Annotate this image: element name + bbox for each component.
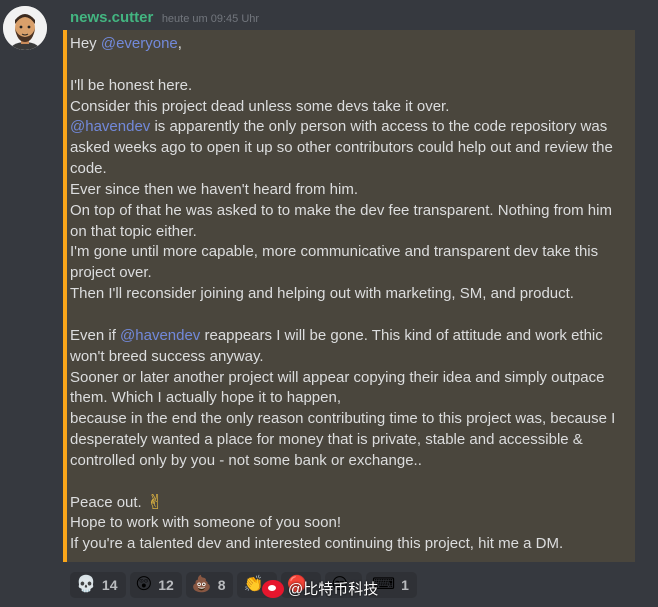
message-line: Peace out. ✌ bbox=[70, 493, 631, 514]
message-line: on that topic either. bbox=[70, 222, 631, 243]
message-text: them. Which I actually hope it to happen… bbox=[70, 389, 341, 407]
message-text: project over. bbox=[70, 264, 152, 282]
message-text: Even if bbox=[70, 326, 121, 344]
user-mention[interactable]: @everyone bbox=[101, 35, 178, 52]
message-text: If you're a talented dev and interested … bbox=[70, 535, 564, 553]
message-text: controlled only by you - not some bank o… bbox=[70, 451, 422, 469]
message-text: code. bbox=[70, 160, 107, 178]
message-line: I'm gone until more capable, more commun… bbox=[70, 242, 631, 263]
bearded-man-avatar-icon bbox=[3, 6, 47, 50]
message-body: Hey @everyone, I'll be honest here. Consid… bbox=[63, 30, 635, 562]
message-text: on that topic either. bbox=[70, 222, 197, 240]
victory-hand-icon: ✌ bbox=[146, 491, 164, 514]
message-line: Hey @everyone, bbox=[70, 34, 631, 55]
message-line: Consider this project dead unless some d… bbox=[70, 97, 631, 118]
message-line: Then I'll reconsider joining and helping… bbox=[70, 284, 631, 305]
message-text: Consider this project dead unless some d… bbox=[70, 97, 450, 115]
message-line: Sooner or later another project will app… bbox=[70, 368, 631, 389]
message-text: , bbox=[177, 35, 182, 52]
pile-of-poo-icon: 💩 bbox=[191, 576, 212, 593]
message-line: @havendev is apparently the only person … bbox=[70, 117, 631, 138]
message-line: code. bbox=[70, 159, 631, 180]
message-text: because in the end the only reason contr… bbox=[70, 410, 616, 428]
astonished-face-icon: 😲 bbox=[135, 576, 153, 593]
message-text: reappears I will be gone. This kind of a… bbox=[200, 326, 603, 344]
message-line: I'll be honest here. bbox=[70, 76, 631, 97]
message-header: news.cutter heute um 09:45 Uhr bbox=[70, 9, 259, 27]
message-text: won't breed success anyway. bbox=[70, 347, 264, 365]
message-line: them. Which I actually hope it to happen… bbox=[70, 388, 631, 409]
message-line: Hope to work with someone of you soon! bbox=[70, 513, 631, 534]
message-line: controlled only by you - not some bank o… bbox=[70, 451, 631, 472]
user-avatar[interactable] bbox=[3, 6, 47, 50]
message-line: because in the end the only reason contr… bbox=[70, 409, 631, 430]
message-line: If you're a talented dev and interested … bbox=[70, 534, 631, 555]
message-line: asked weeks ago to open it up so other c… bbox=[70, 138, 631, 159]
reaction-count: 12 bbox=[158, 577, 174, 593]
message-text: desperately wanted a place for money tha… bbox=[70, 431, 583, 449]
reaction-count: 14 bbox=[101, 577, 118, 593]
skull-icon: 💀 bbox=[76, 576, 96, 593]
message-text: is apparently the only person with acces… bbox=[150, 118, 608, 136]
message-line: desperately wanted a place for money tha… bbox=[70, 430, 631, 451]
reaction-pile-of-poo[interactable]: 💩 8 bbox=[185, 572, 234, 598]
message-line: project over. bbox=[70, 263, 631, 284]
reaction-count: 1 bbox=[401, 577, 409, 593]
message-timestamp: heute um 09:45 Uhr bbox=[161, 13, 260, 25]
message-text: Then I'll reconsider joining and helping… bbox=[70, 285, 574, 303]
chat-message: news.cutter heute um 09:45 Uhr Hey @ever… bbox=[0, 0, 658, 607]
watermark-text: @比特币科技 bbox=[288, 581, 379, 598]
message-text: I'll be honest here. bbox=[70, 76, 193, 94]
message-text: Peace out. bbox=[70, 493, 142, 511]
message-text: On top of that he was asked to to make t… bbox=[70, 201, 612, 219]
watermark: @比特币科技 bbox=[262, 578, 378, 599]
message-text: Ever since then we haven't heard from hi… bbox=[70, 180, 359, 198]
reaction-count: 8 bbox=[217, 577, 226, 593]
message-text: I'm gone until more capable, more commun… bbox=[70, 243, 599, 261]
user-mention[interactable]: @havendev bbox=[70, 118, 150, 135]
message-text: Hope to work with someone of you soon! bbox=[70, 514, 341, 532]
clapping-hands-icon: 👏 bbox=[243, 576, 264, 593]
username[interactable]: news.cutter bbox=[70, 9, 153, 26]
message-text: Hey bbox=[70, 35, 101, 52]
message-line: On top of that he was asked to to make t… bbox=[70, 201, 631, 222]
message-line: won't breed success anyway. bbox=[70, 347, 631, 368]
weibo-logo-icon bbox=[262, 579, 284, 598]
message-text: Sooner or later another project will app… bbox=[70, 368, 605, 386]
reaction-astonished-face[interactable]: 😲 12 bbox=[129, 572, 182, 598]
message-text: asked weeks ago to open it up so other c… bbox=[70, 139, 613, 157]
message-line: Ever since then we haven't heard from hi… bbox=[70, 180, 631, 201]
message-line: Even if @havendev reappears I will be go… bbox=[70, 326, 631, 347]
user-mention[interactable]: @havendev bbox=[120, 327, 200, 344]
reaction-skull[interactable]: 💀 14 bbox=[70, 572, 126, 598]
